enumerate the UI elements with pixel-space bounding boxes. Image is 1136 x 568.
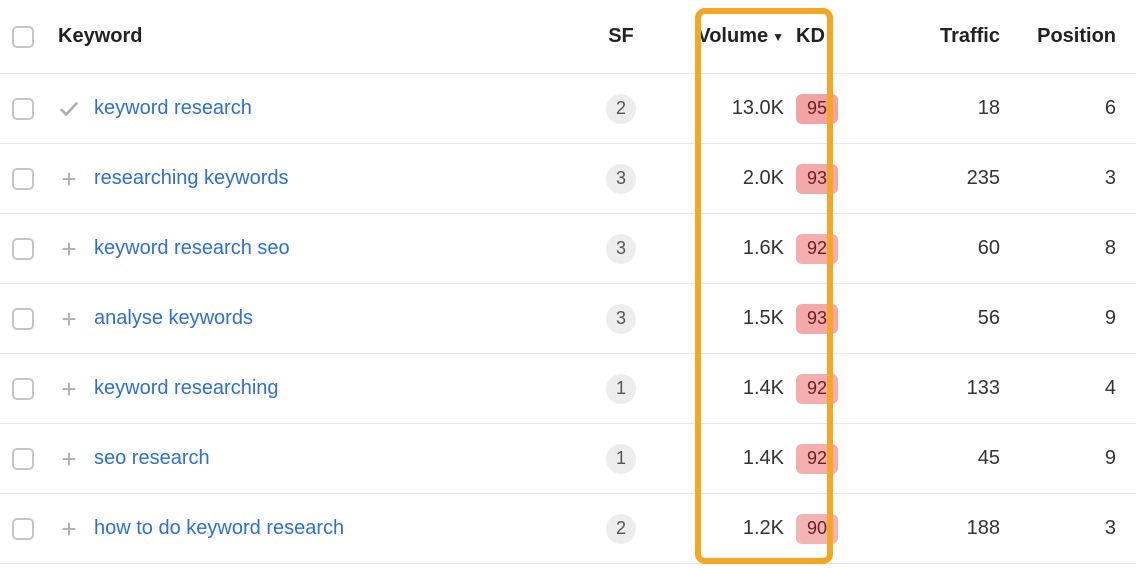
kd-badge: 90 bbox=[796, 514, 838, 544]
position-value: 9 bbox=[1105, 307, 1116, 330]
row-checkbox[interactable] bbox=[12, 238, 34, 260]
table-row: + keyword research seo 3 1.6K 92 60 8 bbox=[0, 214, 1136, 284]
column-header-traffic[interactable]: Traffic bbox=[940, 25, 1000, 48]
sf-badge[interactable]: 3 bbox=[606, 304, 636, 334]
table-row: + researching keywords 3 2.0K 93 235 3 bbox=[0, 144, 1136, 214]
keyword-link[interactable]: how to do keyword research bbox=[94, 517, 344, 540]
position-value: 9 bbox=[1105, 447, 1116, 470]
row-checkbox[interactable] bbox=[12, 168, 34, 190]
sf-badge[interactable]: 2 bbox=[606, 94, 636, 124]
column-header-keyword[interactable]: Keyword bbox=[58, 25, 142, 48]
kd-badge: 95 bbox=[796, 94, 838, 124]
sf-badge[interactable]: 3 bbox=[606, 234, 636, 264]
keyword-link[interactable]: keyword research bbox=[94, 97, 252, 120]
volume-value: 13.0K bbox=[732, 97, 784, 120]
position-value: 6 bbox=[1105, 97, 1116, 120]
row-checkbox[interactable] bbox=[12, 448, 34, 470]
keyword-link[interactable]: analyse keywords bbox=[94, 307, 253, 330]
kd-badge: 92 bbox=[796, 374, 838, 404]
traffic-value: 56 bbox=[978, 307, 1000, 330]
kd-badge: 93 bbox=[796, 164, 838, 194]
table-row: + keyword researching 1 1.4K 92 133 4 bbox=[0, 354, 1136, 424]
traffic-value: 188 bbox=[967, 517, 1000, 540]
column-header-sf[interactable]: SF bbox=[608, 25, 634, 48]
volume-value: 1.5K bbox=[743, 307, 784, 330]
sf-badge[interactable]: 1 bbox=[606, 444, 636, 474]
expand-icon[interactable]: + bbox=[58, 376, 80, 402]
expand-icon[interactable]: + bbox=[58, 166, 80, 192]
volume-value: 1.2K bbox=[743, 517, 784, 540]
volume-value: 1.4K bbox=[743, 377, 784, 400]
traffic-value: 45 bbox=[978, 447, 1000, 470]
position-value: 3 bbox=[1105, 167, 1116, 190]
kd-badge: 93 bbox=[796, 304, 838, 334]
keyword-table: Keyword SF Volume ▼ KD Traffic Position k… bbox=[0, 0, 1136, 564]
kd-badge: 92 bbox=[796, 444, 838, 474]
row-checkbox[interactable] bbox=[12, 308, 34, 330]
column-header-position[interactable]: Position bbox=[1037, 25, 1116, 48]
column-header-volume-label: Volume bbox=[697, 25, 768, 48]
table-row: + analyse keywords 3 1.5K 93 56 9 bbox=[0, 284, 1136, 354]
position-value: 3 bbox=[1105, 517, 1116, 540]
traffic-value: 18 bbox=[978, 97, 1000, 120]
sf-badge[interactable]: 2 bbox=[606, 514, 636, 544]
position-value: 8 bbox=[1105, 237, 1116, 260]
row-checkbox[interactable] bbox=[12, 98, 34, 120]
table-row: + how to do keyword research 2 1.2K 90 188 3 bbox=[0, 494, 1136, 564]
sort-desc-icon: ▼ bbox=[772, 30, 784, 44]
table-header-row: Keyword SF Volume ▼ KD Traffic Position bbox=[0, 0, 1136, 74]
volume-value: 2.0K bbox=[743, 167, 784, 190]
column-header-kd[interactable]: KD bbox=[796, 25, 825, 48]
expand-icon[interactable]: + bbox=[58, 236, 80, 262]
check-icon bbox=[58, 98, 80, 120]
position-value: 4 bbox=[1105, 377, 1116, 400]
column-header-volume[interactable]: Volume ▼ bbox=[664, 25, 796, 48]
traffic-value: 60 bbox=[978, 237, 1000, 260]
keyword-link[interactable]: keyword researching bbox=[94, 377, 279, 400]
keyword-link[interactable]: researching keywords bbox=[94, 167, 289, 190]
select-all-checkbox[interactable] bbox=[12, 26, 34, 48]
table-row: keyword research 2 13.0K 95 18 6 bbox=[0, 74, 1136, 144]
traffic-value: 235 bbox=[967, 167, 1000, 190]
sf-badge[interactable]: 1 bbox=[606, 374, 636, 404]
traffic-value: 133 bbox=[967, 377, 1000, 400]
volume-value: 1.4K bbox=[743, 447, 784, 470]
expand-icon[interactable]: + bbox=[58, 446, 80, 472]
expand-icon[interactable]: + bbox=[58, 306, 80, 332]
sf-badge[interactable]: 3 bbox=[606, 164, 636, 194]
row-checkbox[interactable] bbox=[12, 378, 34, 400]
table-row: + seo research 1 1.4K 92 45 9 bbox=[0, 424, 1136, 494]
kd-badge: 92 bbox=[796, 234, 838, 264]
keyword-link[interactable]: keyword research seo bbox=[94, 237, 290, 260]
row-checkbox[interactable] bbox=[12, 518, 34, 540]
volume-value: 1.6K bbox=[743, 237, 784, 260]
keyword-link[interactable]: seo research bbox=[94, 447, 210, 470]
expand-icon[interactable]: + bbox=[58, 516, 80, 542]
